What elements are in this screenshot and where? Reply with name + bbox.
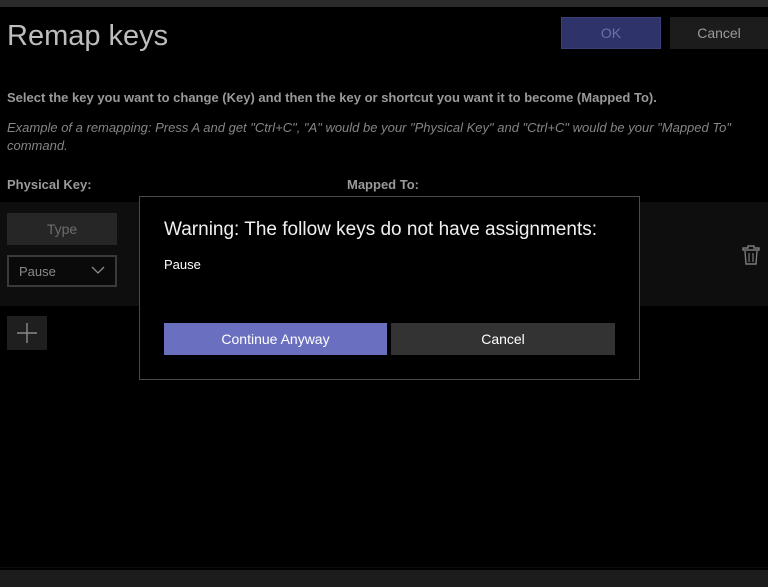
- page-title: Remap keys: [7, 20, 169, 52]
- physical-key-dropdown[interactable]: Pause: [7, 255, 117, 287]
- plus-icon: [17, 323, 37, 343]
- trash-icon[interactable]: [741, 244, 761, 266]
- cancel-button[interactable]: Cancel: [670, 17, 768, 49]
- window-top-bar: [0, 0, 768, 7]
- add-row-button[interactable]: [7, 316, 47, 350]
- chevron-down-icon: [91, 266, 105, 274]
- ok-button[interactable]: OK: [561, 17, 661, 49]
- dialog-title: Warning: The follow keys do not have ass…: [164, 219, 598, 240]
- physical-key-header: Physical Key:: [7, 177, 92, 192]
- dialog-cancel-button[interactable]: Cancel: [391, 323, 615, 355]
- dropdown-selected-value: Pause: [19, 263, 56, 279]
- instruction-text: Select the key you want to change (Key) …: [7, 90, 657, 105]
- unassigned-key: Pause: [164, 257, 201, 272]
- window-bottom-bar: [0, 570, 768, 587]
- continue-anyway-button[interactable]: Continue Anyway: [164, 323, 387, 355]
- mapped-to-header: Mapped To:: [347, 177, 419, 192]
- example-text: Example of a remapping: Press A and get …: [7, 120, 731, 153]
- warning-dialog: Warning: The follow keys do not have ass…: [139, 196, 640, 380]
- bottom-divider: [0, 567, 768, 568]
- type-key-button[interactable]: Type: [7, 213, 117, 245]
